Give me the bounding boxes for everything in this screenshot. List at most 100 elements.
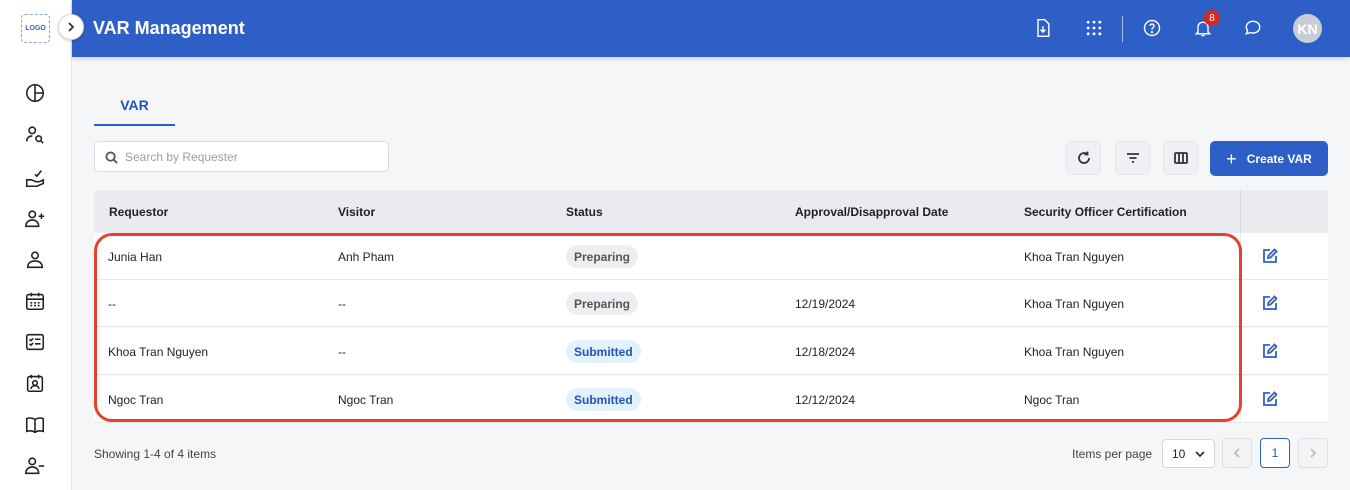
nav-user-search[interactable] [23, 123, 47, 147]
column-header-date[interactable]: Approval/Disapproval Date [795, 205, 948, 219]
edit-button[interactable] [1262, 343, 1280, 361]
nav-checklist[interactable] [23, 330, 47, 354]
requestor-cell: -- [108, 297, 116, 311]
user-minus-icon [25, 457, 45, 475]
requestor-cell: Khoa Tran Nguyen [108, 345, 209, 359]
visitor-cell: -- [338, 297, 346, 311]
plus-icon: + [1226, 148, 1237, 169]
chevron-right-icon [1310, 448, 1317, 458]
column-header-status[interactable]: Status [566, 205, 603, 219]
create-var-button[interactable]: + Create VAR [1210, 141, 1328, 176]
nav-add-user[interactable] [23, 207, 47, 231]
visitor-cell: -- [338, 345, 346, 359]
edit-icon [1263, 343, 1278, 358]
edit-icon [1263, 295, 1278, 310]
status-badge: Preparing [566, 292, 639, 315]
sidebar-toggle-button[interactable] [58, 14, 84, 40]
previous-page-button[interactable] [1222, 438, 1252, 468]
chevron-left-icon [1233, 448, 1240, 458]
items-per-page-label: Items per page [1072, 447, 1153, 461]
requestor-cell: Ngoc Tran [108, 393, 164, 407]
date-cell: 12/18/2024 [795, 345, 856, 359]
chevron-right-icon [68, 22, 75, 32]
next-page-button[interactable] [1298, 438, 1328, 468]
table-row[interactable]: Khoa Tran Nguyen -- Submitted 12/18/2024… [94, 328, 1328, 375]
edit-button[interactable] [1262, 391, 1280, 409]
pagination-summary: Showing 1-4 of 4 items [94, 447, 217, 461]
user-icon [26, 251, 44, 269]
table-row[interactable]: -- -- Preparing 12/19/2024 Khoa Tran Ngu… [94, 280, 1328, 327]
book-icon [25, 417, 45, 434]
columns-icon [1173, 152, 1188, 164]
refresh-button[interactable] [1066, 141, 1101, 175]
edit-icon [1263, 248, 1278, 263]
date-cell: 12/12/2024 [795, 393, 856, 407]
user-search-icon [25, 126, 44, 144]
hand-check-icon [25, 170, 45, 188]
column-divider [1240, 190, 1241, 233]
certification-cell: Khoa Tran Nguyen [1024, 250, 1125, 264]
table-row[interactable]: Ngoc Tran Ngoc Tran Submitted 12/12/2024… [94, 376, 1328, 423]
nav-calendar[interactable] [23, 289, 47, 313]
nav-approvals[interactable] [23, 166, 47, 190]
app-header: VAR Management 8 KN [72, 0, 1350, 57]
logo: LOGO [21, 14, 50, 43]
date-cell: 12/19/2024 [795, 297, 856, 311]
filter-button[interactable] [1115, 141, 1150, 175]
tab-var[interactable]: VAR [94, 86, 175, 126]
download-button[interactable] [1031, 16, 1055, 40]
table-row[interactable]: Junia Han Anh Pham Preparing Khoa Tran N… [94, 233, 1328, 280]
column-header-requestor[interactable]: Requestor [109, 205, 168, 219]
pie-chart-icon [25, 83, 45, 103]
status-badge: Submitted [566, 388, 641, 411]
refresh-icon [1077, 151, 1090, 164]
file-download-icon [1037, 18, 1050, 38]
help-button[interactable] [1140, 16, 1164, 40]
column-header-certification[interactable]: Security Officer Certification [1024, 205, 1187, 219]
page-title: VAR Management [93, 18, 245, 38]
certification-cell: Khoa Tran Nguyen [1024, 297, 1125, 311]
requestor-cell: Junia Han [108, 250, 163, 264]
apps-button[interactable] [1082, 16, 1106, 40]
table-header: Requestor Visitor Status Approval/Disapp… [94, 190, 1328, 233]
edit-button[interactable] [1262, 248, 1280, 266]
nav-contact-card[interactable] [23, 371, 47, 395]
column-divider [1240, 376, 1241, 423]
search-input[interactable] [125, 148, 380, 166]
items-per-page-select[interactable]: 10 [1162, 439, 1215, 468]
column-divider [1240, 233, 1241, 280]
status-badge: Submitted [566, 340, 641, 363]
certification-cell: Ngoc Tran [1024, 393, 1080, 407]
items-per-page-value: 10 [1172, 447, 1186, 461]
calendar-icon [25, 292, 45, 311]
status-badge: Preparing [566, 245, 639, 268]
help-circle-icon [1143, 19, 1161, 37]
page-1-button[interactable]: 1 [1260, 438, 1290, 468]
nav-remove-user[interactable] [23, 454, 47, 478]
user-avatar[interactable]: KN [1293, 14, 1322, 43]
filter-icon [1126, 153, 1139, 163]
checklist-icon [25, 333, 45, 351]
sidebar: LOGO [0, 0, 84, 490]
notification-badge: 8 [1204, 10, 1220, 26]
edit-icon [1263, 391, 1278, 406]
search-box [94, 141, 389, 172]
column-header-visitor[interactable]: Visitor [338, 205, 375, 219]
chevron-down-icon [1195, 451, 1205, 458]
contact-card-icon [26, 374, 44, 393]
edit-button[interactable] [1262, 295, 1280, 313]
certification-cell: Khoa Tran Nguyen [1024, 345, 1125, 359]
columns-button[interactable] [1163, 141, 1198, 175]
visitor-cell: Ngoc Tran [338, 393, 394, 407]
nav-dashboard[interactable] [23, 81, 47, 105]
header-divider [1122, 16, 1123, 42]
nav-profile[interactable] [23, 248, 47, 272]
chat-button[interactable] [1241, 16, 1265, 40]
create-var-label: Create VAR [1246, 151, 1312, 166]
column-divider [1240, 280, 1241, 327]
nav-manual[interactable] [23, 413, 47, 437]
chat-icon [1245, 20, 1261, 35]
search-icon [105, 151, 118, 164]
grid-dots-icon [1086, 20, 1102, 36]
visitor-cell: Anh Pham [338, 250, 395, 264]
